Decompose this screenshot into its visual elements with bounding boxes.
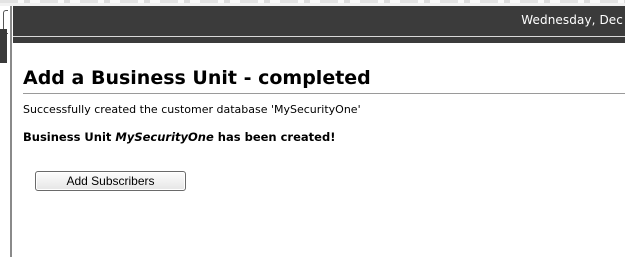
title-rule bbox=[23, 93, 625, 94]
app-frame: Wednesday, Dec Add a Business Unit - com… bbox=[0, 0, 625, 257]
main-content: Add a Business Unit - completed Successf… bbox=[23, 55, 625, 191]
page-title: Add a Business Unit - completed bbox=[23, 67, 371, 89]
header-divider bbox=[13, 36, 625, 37]
business-unit-name: MySecurityOne bbox=[115, 130, 214, 144]
add-subscribers-button[interactable]: Add Subscribers bbox=[35, 171, 186, 191]
left-rule bbox=[10, 6, 12, 257]
header-bar: Wednesday, Dec bbox=[13, 6, 625, 43]
created-message: Business Unit MySecurityOne has been cre… bbox=[23, 130, 613, 144]
left-tab-marker bbox=[0, 29, 7, 63]
created-message-suffix: has been created! bbox=[213, 130, 336, 144]
success-message: Successfully created the customer databa… bbox=[23, 103, 361, 116]
top-strip-texture bbox=[0, 0, 625, 3]
created-message-prefix: Business Unit bbox=[23, 130, 116, 144]
header-date: Wednesday, Dec bbox=[521, 13, 623, 27]
